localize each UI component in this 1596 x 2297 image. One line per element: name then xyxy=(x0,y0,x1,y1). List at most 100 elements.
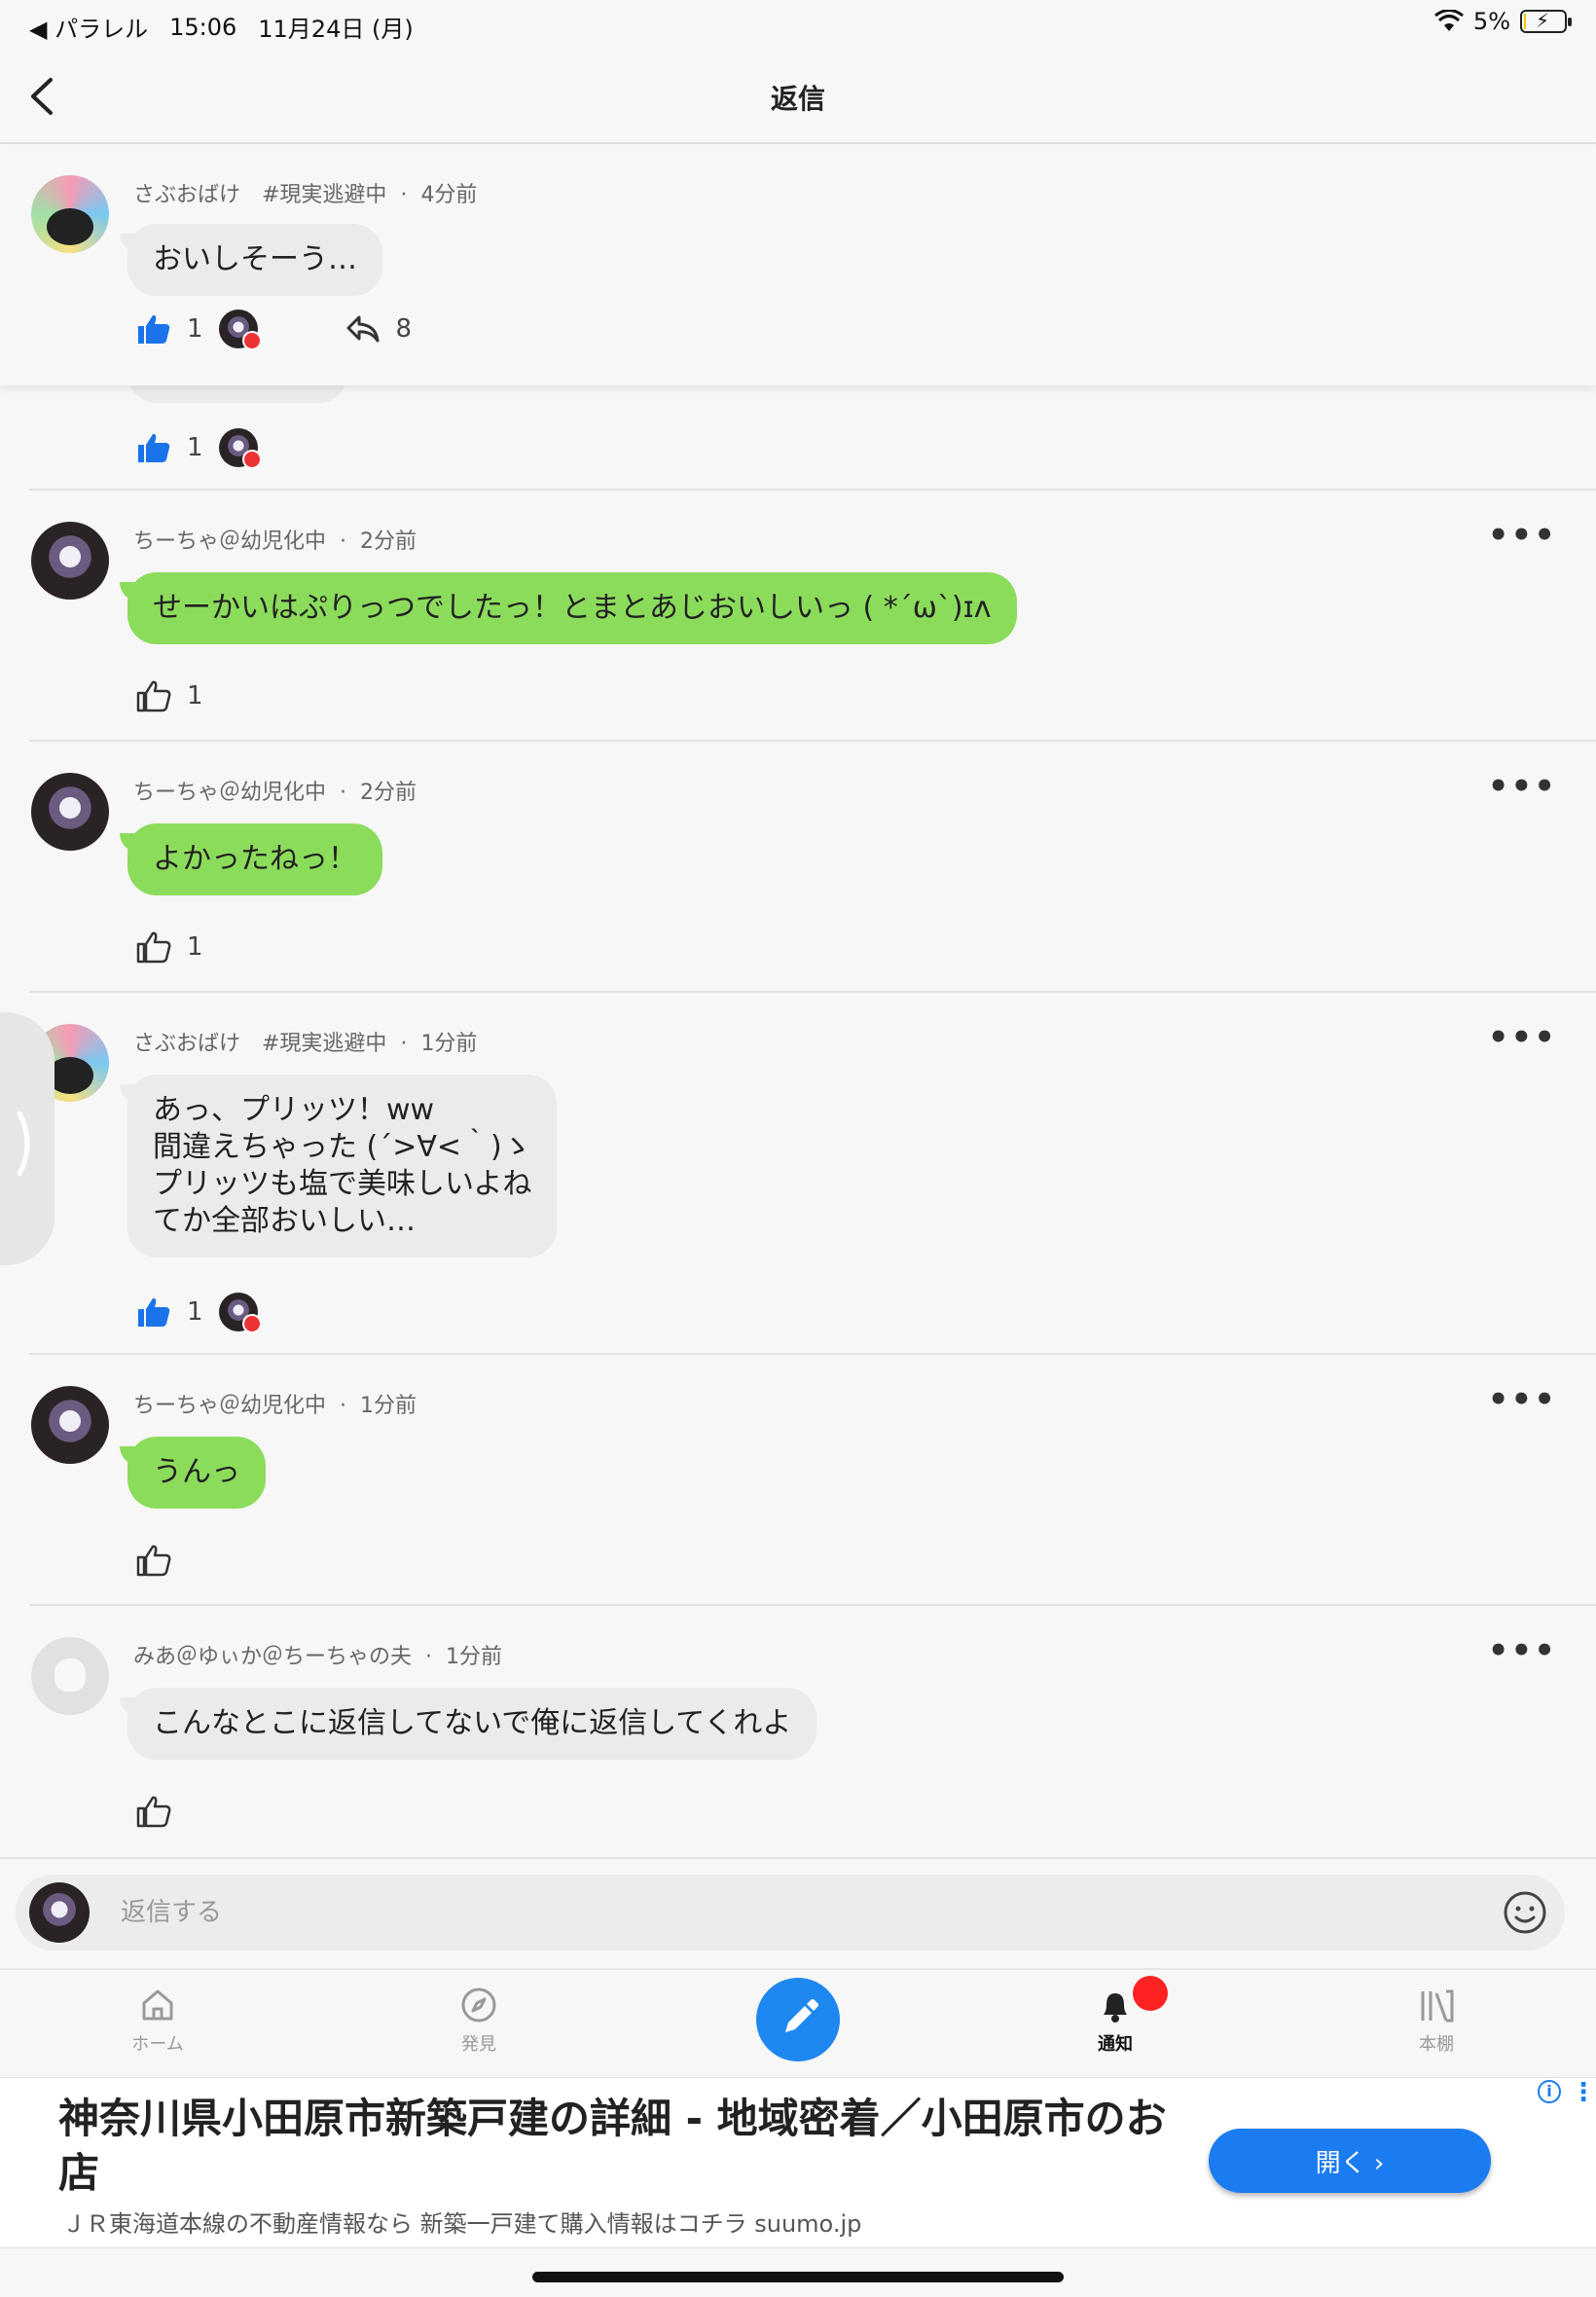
thumbs-up-filled-icon[interactable] xyxy=(136,312,171,346)
ad-banner[interactable]: 神奈川県小田原市新築戸建の詳細 - 地域密着／小田原市のお店 ＪＲ東海道本線の不… xyxy=(0,2077,1596,2248)
author-name: ちーちゃ＠幼児化中 xyxy=(133,781,327,805)
avatar[interactable] xyxy=(31,522,109,600)
divider xyxy=(29,1353,1596,1355)
liker-avatar xyxy=(218,310,262,350)
comment-meta: さぶおばけ #現実逃避中 · 4分前 xyxy=(133,183,478,207)
like-row: 1 xyxy=(136,930,203,964)
bubble-line: あっ、プリッツ！ww xyxy=(153,1093,435,1127)
divider xyxy=(29,740,1596,742)
home-icon xyxy=(142,1989,173,2021)
author-name: ちーちゃ＠幼児化中 xyxy=(133,529,327,554)
comment-bubble: よかったねっ！ xyxy=(120,823,382,895)
tab-label: 本棚 xyxy=(1419,2034,1454,2055)
timestamp: 2分前 xyxy=(360,781,417,805)
liker-avatar xyxy=(218,1293,262,1333)
like-row xyxy=(136,1544,171,1577)
more-options-icon[interactable]: ••• xyxy=(1488,1018,1557,1057)
comment-bubble: おいしそーう… xyxy=(120,224,382,296)
wifi-icon xyxy=(1433,10,1464,31)
divider xyxy=(0,1857,1596,1859)
status-bar: ◀ パラレル 15:06 11月24日 (月) 5% ⚡ xyxy=(0,0,1596,49)
avatar[interactable] xyxy=(31,773,109,851)
comment-meta: みあ＠ゆぃか＠ちーちゃの夫 · 1分前 xyxy=(133,1645,503,1669)
like-row: 1 xyxy=(136,1293,262,1333)
reply-icon[interactable] xyxy=(345,313,381,345)
home-indicator xyxy=(532,2272,1064,2282)
bookshelf-icon xyxy=(1421,1989,1454,2023)
thumbs-up-outline-icon[interactable] xyxy=(136,1544,171,1577)
comment-meta: ちーちゃ＠幼児化中 · 1分前 xyxy=(133,1394,417,1418)
notification-badge xyxy=(1133,1976,1168,2011)
emoji-icon[interactable] xyxy=(1503,1890,1547,1935)
comment-bubble: こんなとこに返信してないで俺に返信してくれよ xyxy=(119,1688,817,1760)
more-options-icon[interactable]: ••• xyxy=(1488,516,1557,555)
tab-notify[interactable]: 通知 xyxy=(1037,1986,1193,2056)
comment-bubble: あっ、プリッツ！ww 間違えちゃった (´>∀<｀)ゝ プリッツも塩で美味しいよ… xyxy=(119,1075,558,1258)
carrier-label: ◀ パラレル xyxy=(29,16,149,43)
like-row: 1 xyxy=(136,428,262,469)
bubble-line: プリッツも塩で美味しいよね xyxy=(153,1167,532,1201)
tab-shelf[interactable]: 本棚 xyxy=(1359,1986,1514,2056)
timestamp: 2分前 xyxy=(360,529,417,554)
tab-label: 発見 xyxy=(461,2034,496,2055)
divider xyxy=(29,1604,1596,1606)
comment-meta: さぶおばけ #現実逃避中 · 1分前 xyxy=(133,1032,478,1056)
avatar[interactable] xyxy=(31,175,109,253)
avatar[interactable] xyxy=(31,1637,109,1715)
like-row xyxy=(136,1795,171,1828)
parent-comment: さぶおばけ #現実逃避中 · 4分前 おいしそーう… 1 8 xyxy=(0,146,1596,385)
ad-description: ＪＲ東海道本線の不動産情報なら 新築一戸建て購入情報はコチラ suumo.jp xyxy=(62,2210,862,2238)
comment-bubble: せーかいはぷりっつでしたっ！とまとあじおいしいっ ( *´ω`)ɪʌ xyxy=(120,572,1017,644)
ad-open-button[interactable]: 開く › xyxy=(1209,2129,1491,2193)
tab-home[interactable]: ホーム xyxy=(80,1986,236,2056)
bell-icon xyxy=(1104,1993,1127,2023)
tab-label: 通知 xyxy=(1098,2034,1133,2055)
side-drawer-handle[interactable] xyxy=(0,1012,54,1265)
more-options-icon[interactable]: ••• xyxy=(1488,767,1557,806)
thumbs-up-outline-icon[interactable] xyxy=(136,679,171,712)
thumbs-up-filled-icon[interactable] xyxy=(136,431,171,464)
tab-discover[interactable]: 発見 xyxy=(401,1986,557,2056)
reply-count: 8 xyxy=(395,314,413,344)
compose-button[interactable] xyxy=(756,1978,840,2061)
chevron-right-icon xyxy=(17,1111,30,1177)
thumbs-up-outline-icon[interactable] xyxy=(136,1795,171,1828)
page-title: 返信 xyxy=(770,83,825,115)
liker-avatar xyxy=(218,428,262,469)
bubble-line: 間違えちゃった (´>∀<｀)ゝ xyxy=(153,1130,531,1164)
ad-title[interactable]: 神奈川県小田原市新築戸建の詳細 - 地域密着／小田原市のお店 xyxy=(58,2092,1168,2201)
timestamp: 1分前 xyxy=(360,1394,417,1418)
more-options-icon[interactable]: ••• xyxy=(1488,1631,1557,1670)
like-count: 1 xyxy=(187,681,203,711)
battery-fill xyxy=(1524,14,1526,29)
like-row: 1 8 xyxy=(136,310,413,350)
reply-bar xyxy=(16,1875,1565,1951)
author-name: ちーちゃ＠幼児化中 xyxy=(133,1394,327,1418)
timestamp: 4分前 xyxy=(420,183,478,207)
like-count: 1 xyxy=(187,314,203,344)
more-options-icon[interactable]: ••• xyxy=(1488,1380,1557,1419)
battery-percent: 5% xyxy=(1472,8,1510,35)
ad-info-icon[interactable]: i xyxy=(1538,2080,1561,2103)
divider xyxy=(29,991,1596,993)
author-name: みあ＠ゆぃか＠ちーちゃの夫 xyxy=(133,1645,413,1669)
ad-menu-icon[interactable]: ⋮ xyxy=(1571,2078,1596,2107)
like-row: 1 xyxy=(136,679,203,712)
reply-input[interactable] xyxy=(121,1892,1464,1933)
battery-icon: ⚡ xyxy=(1520,9,1572,33)
avatar[interactable] xyxy=(31,1386,109,1464)
timestamp: 1分前 xyxy=(420,1032,478,1056)
bubble-line: てか全部おいしい… xyxy=(153,1204,416,1238)
comment-bubble: うんっ xyxy=(120,1437,266,1509)
comment-meta: ちーちゃ＠幼児化中 · 2分前 xyxy=(133,781,417,805)
thumbs-up-outline-icon[interactable] xyxy=(136,930,171,964)
like-count: 1 xyxy=(187,433,203,462)
my-avatar xyxy=(29,1882,90,1943)
timestamp: 1分前 xyxy=(446,1645,503,1669)
thumbs-up-filled-icon[interactable] xyxy=(136,1295,171,1329)
tab-bar: ホーム 発見 通知 本棚 xyxy=(0,1968,1596,2075)
pencil-icon xyxy=(785,1999,818,2032)
tab-label: ホーム xyxy=(131,2034,184,2055)
author-name: さぶおばけ #現実逃避中 xyxy=(133,1032,387,1056)
compass-icon xyxy=(461,1987,496,2023)
